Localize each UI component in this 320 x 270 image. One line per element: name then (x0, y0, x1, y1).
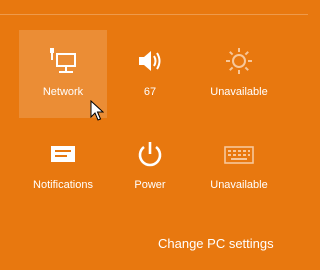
keyboard-icon (195, 137, 283, 171)
speaker-icon (106, 44, 194, 78)
change-pc-settings-link[interactable]: Change PC settings (158, 236, 274, 251)
keyboard-tile: Unavailable (195, 123, 283, 211)
brightness-label: Unavailable (210, 86, 268, 98)
network-icon (19, 44, 107, 78)
network-label: Network (42, 86, 84, 98)
mouse-pointer-icon (90, 100, 104, 121)
power-icon (106, 137, 194, 171)
volume-label: 67 (143, 86, 157, 98)
brightness-icon (195, 44, 283, 78)
brightness-tile: Unavailable (195, 30, 283, 118)
top-divider (0, 14, 308, 15)
keyboard-label: Unavailable (210, 179, 268, 191)
volume-tile[interactable]: 67 (106, 30, 194, 118)
notifications-tile[interactable]: Notifications (19, 123, 107, 211)
notifications-label: Notifications (33, 179, 93, 191)
power-tile[interactable]: Power (106, 123, 194, 211)
power-label: Power (134, 179, 166, 191)
notifications-icon (19, 137, 107, 171)
